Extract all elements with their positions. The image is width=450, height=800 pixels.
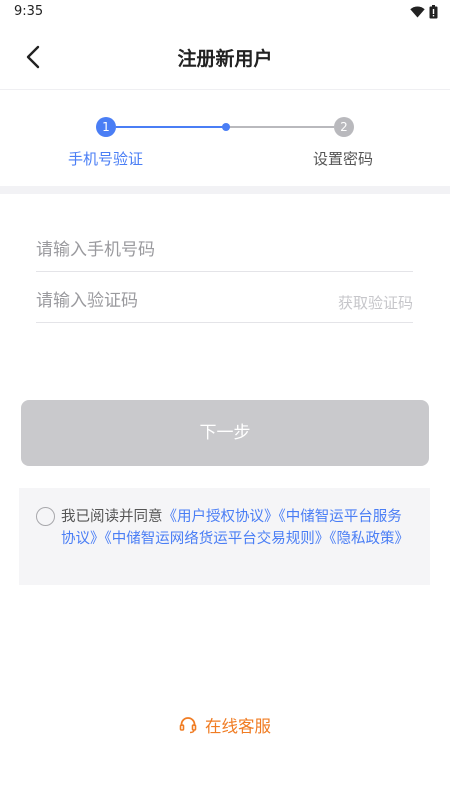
agreement-box: 我已阅读并同意《用户授权协议》《中储智运平台服务协议》《中储智运网络货运平台交易… (19, 488, 430, 585)
next-button[interactable]: 下一步 (21, 400, 429, 466)
app-header: 注册新用户 (0, 24, 450, 90)
verification-code-input[interactable] (36, 283, 316, 319)
status-time: 9:35 (14, 4, 44, 19)
code-field: 获取验证码 (36, 283, 413, 323)
get-code-button[interactable]: 获取验证码 (338, 292, 413, 313)
agreement-checkbox[interactable] (36, 507, 55, 526)
status-icons (410, 5, 438, 19)
phone-field (36, 232, 413, 272)
link-privacy-policy[interactable]: 《隐私政策》 (329, 531, 409, 547)
headset-icon (179, 717, 197, 734)
online-service-label: 在线客服 (205, 717, 271, 736)
link-user-authorization[interactable]: 《用户授权协议》 (163, 509, 279, 525)
step-progress-dot (222, 123, 230, 131)
page-title: 注册新用户 (177, 48, 273, 70)
step-remaining-line (226, 126, 334, 128)
step-1-label: 手机号验证 (68, 150, 144, 168)
link-trading-rules[interactable]: 《中储智运网络货运平台交易规则》 (105, 531, 330, 547)
agreement-text: 我已阅读并同意《用户授权协议》《中储智运平台服务协议》《中储智运网络货运平台交易… (61, 506, 413, 550)
phone-input[interactable] (36, 232, 316, 268)
step-progress-line (116, 126, 226, 128)
section-divider (0, 186, 450, 194)
status-bar: 9:35 (0, 0, 450, 24)
wifi-icon (410, 6, 425, 18)
battery-icon (429, 5, 438, 19)
step-2-label: 设置密码 (313, 150, 374, 168)
agreement-prefix: 我已阅读并同意 (61, 509, 163, 525)
step-indicator: 1 2 手机号验证 设置密码 (0, 90, 450, 186)
step-2-dot: 2 (334, 117, 354, 137)
step-1-dot: 1 (96, 117, 116, 137)
online-service-link[interactable]: 在线客服 (0, 713, 450, 738)
